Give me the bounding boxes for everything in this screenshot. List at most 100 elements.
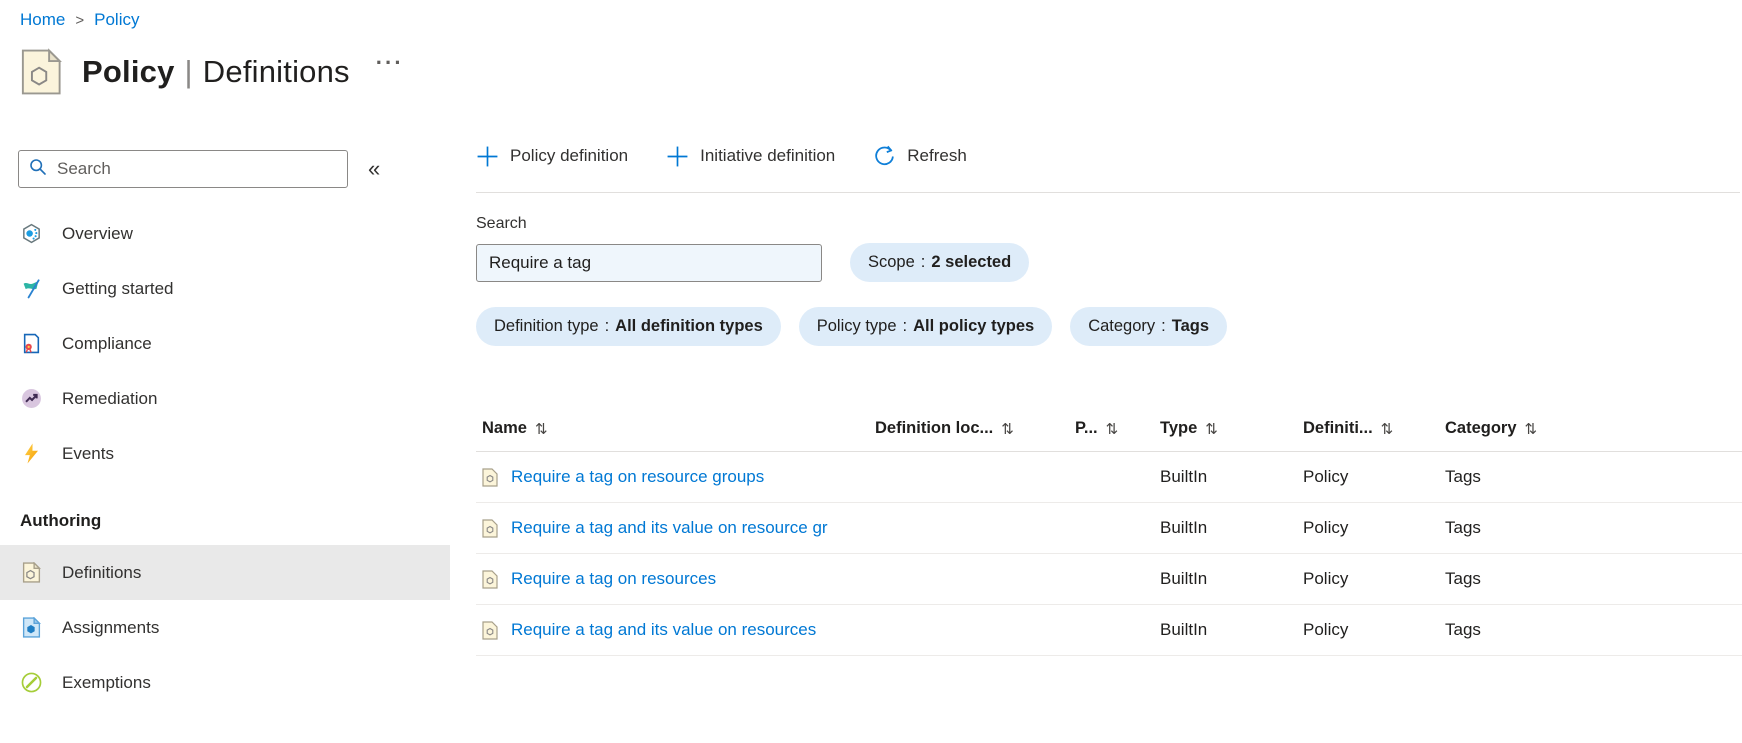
sidebar: « Overview [0, 126, 450, 710]
column-header-name[interactable]: Name ⇅ [476, 419, 875, 438]
filter-pill-policy-type[interactable]: Policy type: All policy types [798, 307, 1053, 346]
sidebar-item-label: Getting started [62, 278, 174, 298]
search-icon [29, 158, 47, 181]
sort-icon: ⇅ [534, 419, 548, 438]
sidebar-item-label: Assignments [62, 617, 160, 637]
definitions-icon [20, 562, 42, 584]
table-row[interactable]: Require a tag on resource groups BuiltIn… [476, 452, 1742, 503]
pill-value: All definition types [615, 317, 763, 335]
policy-definition-label: Policy definition [510, 146, 629, 165]
pill-separator: : [604, 317, 610, 335]
sidebar-nav: Overview Getting started Compliance Reme… [0, 206, 450, 710]
events-icon [20, 443, 42, 465]
policy-name-link[interactable]: Require a tag and its value on resource … [511, 518, 828, 538]
cell-name: Require a tag and its value on resource … [476, 518, 875, 538]
sort-icon: ⇅ [1001, 419, 1014, 438]
sidebar-item-exemptions[interactable]: Exemptions [0, 655, 450, 710]
sidebar-item-definitions[interactable]: Definitions [0, 545, 450, 600]
table-header-row: Name ⇅ Definition loc... ⇅ P... ⇅ Type ⇅ Def… [476, 406, 1742, 452]
filter-pill-definition-type[interactable]: Definition type: All definition types [476, 307, 781, 346]
more-options-button[interactable]: ··· [376, 50, 404, 76]
breadcrumb-separator-icon: > [75, 11, 85, 29]
sidebar-item-label: Exemptions [62, 672, 151, 692]
cell-type: BuiltIn [1160, 620, 1208, 639]
policy-name-link[interactable]: Require a tag on resources [511, 569, 716, 589]
policy-app-icon [20, 48, 62, 96]
policy-icon [482, 518, 498, 538]
sidebar-search-row: « [18, 150, 450, 188]
sidebar-item-label: Compliance [62, 333, 152, 353]
initiative-definition-button[interactable]: Initiative definition [666, 134, 835, 178]
table-row[interactable]: Require a tag on resources BuiltIn Polic… [476, 554, 1742, 605]
pill-value: 2 selected [931, 253, 1012, 271]
sidebar-item-events[interactable]: Events [0, 426, 450, 481]
breadcrumb-home-link[interactable]: Home [20, 10, 65, 30]
refresh-button[interactable]: Refresh [873, 134, 967, 178]
plus-icon [666, 145, 689, 168]
policy-icon [482, 467, 498, 487]
sidebar-section-authoring: Authoring [20, 511, 102, 530]
cell-category: Tags [1445, 569, 1481, 588]
exemptions-icon [20, 672, 42, 694]
sidebar-item-compliance[interactable]: Compliance [0, 316, 450, 371]
assignments-icon [20, 617, 42, 639]
table-row[interactable]: Require a tag and its value on resource … [476, 503, 1742, 554]
column-header-definition-location[interactable]: Definition loc... ⇅ [875, 419, 1075, 438]
breadcrumb: Home > Policy [0, 0, 1742, 30]
sidebar-item-label: Remediation [62, 388, 158, 408]
filter-pill-scope[interactable]: Scope:2 selected [850, 243, 1030, 282]
sidebar-item-remediation[interactable]: Remediation [0, 371, 450, 426]
sort-icon: ⇅ [1380, 419, 1394, 438]
pill-label: Policy type [816, 317, 897, 335]
cell-type: BuiltIn [1160, 467, 1208, 486]
sidebar-item-overview[interactable]: Overview [0, 206, 450, 261]
pill-separator: : [902, 317, 908, 335]
policy-definition-button[interactable]: Policy definition [476, 134, 628, 178]
sort-icon: ⇅ [1524, 419, 1538, 438]
sidebar-search-input[interactable] [57, 159, 337, 179]
cell-type: BuiltIn [1160, 518, 1208, 537]
sidebar-item-label: Definitions [62, 562, 142, 582]
breadcrumb-policy-link[interactable]: Policy [94, 10, 139, 30]
cell-name: Require a tag and its value on resources [476, 620, 875, 640]
pill-separator: : [920, 253, 926, 271]
sidebar-item-getting-started[interactable]: Getting started [0, 261, 450, 316]
overview-icon [20, 223, 42, 245]
policy-icon [482, 620, 498, 640]
policy-name-link[interactable]: Require a tag on resource groups [511, 467, 764, 487]
page-title: Policy | Definitions [82, 54, 350, 89]
sidebar-item-label: Events [62, 443, 114, 463]
sort-icon: ⇅ [1105, 419, 1119, 438]
cell-name: Require a tag on resources [476, 569, 875, 589]
getting-started-icon [20, 278, 42, 300]
sidebar-search-box[interactable] [18, 150, 348, 188]
cell-type: BuiltIn [1160, 569, 1208, 588]
policy-definitions-page: Home > Policy Policy | Definitions ··· S… [0, 0, 1742, 743]
policy-icon [482, 569, 498, 589]
cell-category: Tags [1445, 620, 1481, 639]
sidebar-item-assignments[interactable]: Assignments [0, 600, 450, 655]
column-header-policies[interactable]: P... ⇅ [1075, 419, 1160, 438]
cell-definition-type: Policy [1303, 518, 1349, 537]
table-row[interactable]: Require a tag and its value on resources… [476, 605, 1742, 656]
cell-definition-type: Policy [1303, 569, 1349, 588]
title-row: Policy | Definitions ··· [20, 48, 1742, 96]
body-row: « Overview [0, 126, 1742, 710]
pill-label: Category [1088, 317, 1156, 335]
remediation-icon [20, 388, 42, 410]
definition-search-input[interactable] [476, 243, 822, 282]
refresh-label: Refresh [907, 146, 967, 165]
policy-name-link[interactable]: Require a tag and its value on resources [511, 620, 816, 640]
column-header-definition-type[interactable]: Definiti... ⇅ [1303, 419, 1445, 438]
command-bar: Policy definition Initiative definition [476, 126, 1742, 178]
sidebar-collapse-button[interactable]: « [368, 156, 380, 182]
compliance-icon [20, 333, 42, 355]
filter-row-2: Definition type: All definition types Pol… [476, 307, 1742, 346]
main-content: Policy definition Initiative definition [450, 126, 1742, 710]
cell-category: Tags [1445, 467, 1481, 486]
column-header-type[interactable]: Type ⇅ [1160, 419, 1303, 438]
cell-category: Tags [1445, 518, 1481, 537]
filter-pill-category[interactable]: Category: Tags [1070, 307, 1228, 346]
column-header-category[interactable]: Category ⇅ [1445, 419, 1742, 438]
search-label: Search [476, 215, 527, 232]
